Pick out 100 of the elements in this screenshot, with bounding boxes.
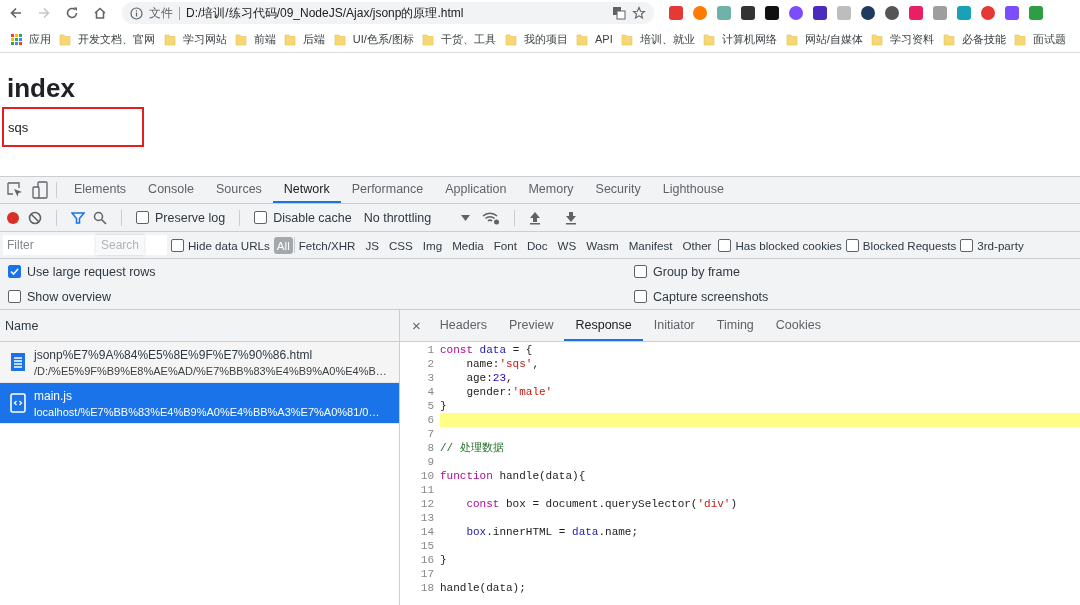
device-toolbar-button[interactable] [32,181,50,199]
request-name: jsonp%E7%9A%84%E5%8E%9F%E7%90%86.html [34,347,314,362]
search-button[interactable] [93,210,107,225]
bookmark-folder[interactable]: 必备技能 [942,31,1006,47]
extension-icon[interactable] [764,5,780,21]
bookmark-folder[interactable]: API [576,32,613,46]
network-conditions-button[interactable] [482,210,501,225]
devtools-tab[interactable]: Console [137,177,205,203]
column-header[interactable]: Name [0,310,399,342]
type-filter[interactable]: Fetch/XHR [295,236,359,254]
scheme-label: 文件 [149,4,173,22]
bookmark-folder[interactable]: 计算机网络 [703,31,778,47]
bookmark-folder[interactable]: 学习资料 [871,31,935,47]
devtools-tab[interactable]: Elements [63,177,138,203]
checkbox[interactable] [634,290,647,303]
import-button[interactable] [529,210,542,225]
devtools-tab[interactable]: Application [434,177,518,203]
clear-button[interactable] [28,210,42,225]
bookmark-folder[interactable]: 开发文档、官网 [59,31,156,47]
bookmark-folder[interactable]: 面试题 [1013,31,1066,47]
folder-icon [785,32,799,46]
bookmark-folder[interactable]: 学习网站 [163,31,227,47]
type-filter[interactable]: Media [449,236,487,254]
upload-icon [529,210,542,225]
folder-icon [504,32,518,46]
folder-icon [235,32,249,46]
checkbox[interactable] [136,211,149,224]
line-number: 18 [419,581,435,595]
line-number: 15 [419,539,435,553]
type-filter[interactable]: Other [679,236,715,254]
home-icon [92,5,108,21]
bookmark-folder[interactable]: 网站/自媒体 [785,31,863,47]
type-filter[interactable]: Manifest [625,236,676,254]
checkbox[interactable] [8,265,21,278]
devtools-tab[interactable]: Lighthouse [651,177,735,203]
detail-tab[interactable]: Response [564,310,643,341]
detail-tab[interactable]: Initiator [642,310,706,341]
folder-icon [871,32,885,46]
bookmark-folder[interactable]: 前端 [235,31,277,47]
checkbox[interactable] [8,290,21,303]
extension-icon[interactable] [884,5,900,21]
bookmark-folder[interactable]: 培训、就业 [621,31,696,47]
address-bar[interactable]: 文件 D:/培训/练习代码/09_NodeJS/Ajax/jsonp的原理.html [122,2,654,24]
line-number: 2 [426,357,435,371]
checkbox-label: Disable cache [273,210,352,225]
type-filter[interactable]: Doc [523,236,551,254]
bookmark-folder[interactable]: 干货、工具 [422,31,497,47]
type-filter[interactable]: WS [554,236,580,254]
devtools-tab[interactable]: Memory [517,177,585,203]
throttling-select[interactable]: No throttling [359,210,475,225]
devtools-tab[interactable]: Security [584,177,652,203]
line-number: 16 [419,553,435,567]
request-row[interactable]: jsonp%E7%9A%84%E5%8E%9F%E7%90%86.html /D:/%E5%9F%B9%E8%AE%AD/%E7%BB%83%E4%B9%A0%E4%B… [0,342,399,383]
check-icon [10,267,19,276]
apps-grid-icon [10,32,23,46]
type-filter[interactable]: Wasm [583,236,622,254]
extension-icon[interactable] [860,5,876,21]
type-filter[interactable]: CSS [385,236,416,254]
devtools-tab[interactable]: Sources [205,177,273,203]
folder-icon [576,32,589,46]
code-line: } [440,399,448,413]
checkbox[interactable] [718,238,732,252]
apps-shortcut[interactable]: 应用 [10,31,51,47]
checkbox[interactable] [171,238,184,252]
detail-tab[interactable]: Cookies [764,310,832,341]
bookmark-folder[interactable]: UI/色系/图标 [333,31,414,47]
checkbox-label: Show overview [27,289,112,304]
request-row[interactable]: main.js localhost/%E7%BB%83%E4%B9%A0%E4%BB%A3%E7%A0%81/0… [0,383,399,424]
code-line: function handle(data){ [440,469,587,483]
translate-icon[interactable] [612,6,626,20]
type-filter[interactable]: Font [490,236,520,254]
request-name: main.js [34,388,73,403]
detail-tab[interactable]: Preview [498,310,565,341]
record-button[interactable] [6,210,20,225]
filter-button[interactable] [71,210,85,225]
checkbox-label: Capture screenshots [653,289,769,304]
type-filter[interactable]: Img [419,236,446,254]
checkbox[interactable] [845,238,859,252]
code-file-icon [10,393,26,413]
bookmark-folder[interactable]: 我的项目 [504,31,568,47]
line-number: 1 [426,343,435,357]
type-filter[interactable]: JS [362,236,382,254]
checkbox[interactable] [960,238,974,252]
line-number: 17 [419,567,435,581]
detail-tab[interactable]: Headers [428,310,498,341]
checkbox[interactable] [634,265,647,278]
star-icon[interactable] [632,6,646,20]
document-icon [10,352,26,372]
extension-icon[interactable] [740,5,756,21]
devtools-tab[interactable]: Network [272,177,341,203]
bookmark-folder[interactable]: 后端 [284,31,326,47]
inspect-button[interactable] [6,181,24,199]
devtools-tab[interactable]: Performance [340,177,435,203]
export-button[interactable] [565,210,578,225]
close-button[interactable]: × [404,317,429,334]
url-text: D:/培训/练习代码/09_NodeJS/Ajax/jsonp的原理.html [186,4,465,22]
extension-icon[interactable] [812,5,828,21]
caret-icon [461,214,471,221]
detail-tab[interactable]: Timing [705,310,765,341]
checkbox[interactable] [254,211,268,224]
